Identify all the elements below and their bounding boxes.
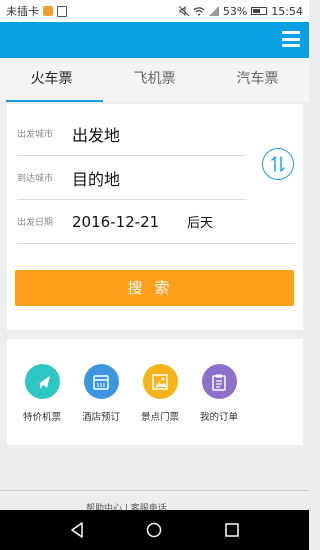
departure-date-label: 出发日期: [17, 218, 54, 228]
quick-link-label: 景点门票: [140, 412, 179, 423]
carrier-text: 未插卡: [6, 5, 39, 18]
quick-link-orders[interactable]: 我的订单: [190, 339, 248, 445]
home-icon[interactable]: [144, 520, 164, 540]
quick-link-label: 特价机票: [22, 412, 61, 423]
status-bar: 未插卡 53% 15:54: [0, 0, 309, 22]
menu-icon[interactable]: [282, 31, 300, 47]
footer: 帮助中心 | 客服电话: [0, 490, 309, 510]
quick-link-attractions[interactable]: 景点门票: [131, 339, 189, 445]
battery-icon: [251, 7, 268, 15]
search-button[interactable]: 搜索: [15, 270, 294, 306]
quick-link-label: 我的订单: [199, 412, 238, 423]
quick-link-label: 酒店预订: [81, 412, 120, 423]
departure-date-value[interactable]: 2016-12-21: [72, 213, 187, 231]
clipboard-icon: [201, 364, 237, 399]
plane-icon: [24, 364, 60, 399]
calendar-icon: [83, 364, 119, 399]
notification-icon: [43, 6, 53, 16]
quick-link-flights[interactable]: 特价机票: [13, 339, 71, 445]
recent-apps-icon[interactable]: [222, 520, 242, 540]
battery-percent: 53%: [222, 4, 248, 18]
back-icon[interactable]: [67, 520, 87, 540]
sim-card-icon: [57, 5, 67, 17]
departure-city-field[interactable]: 出发城市 出发地: [17, 112, 245, 156]
arrival-city-field[interactable]: 到达城市 目的地: [17, 156, 245, 200]
search-form: 出发城市 出发地 到达城市 目的地 出发日期 2016-12-21 后天 搜索: [7, 104, 303, 330]
wifi-icon: [193, 7, 205, 16]
departure-date-field[interactable]: 出发日期 2016-12-21 后天: [17, 200, 295, 244]
departure-city-label: 出发城市: [17, 130, 54, 140]
swap-cities-button[interactable]: [262, 148, 294, 180]
arrival-city-label: 到达城市: [17, 174, 54, 184]
tab-flight[interactable]: 飞机票: [103, 58, 206, 102]
tab-train[interactable]: 火车票: [0, 58, 103, 102]
clock: 15:54: [271, 4, 303, 18]
relative-day-label: 后天: [187, 216, 214, 231]
picture-icon: [142, 364, 178, 399]
signal-icon: [208, 6, 219, 16]
arrival-city-value[interactable]: 目的地: [72, 166, 245, 190]
quick-link-hotels[interactable]: 酒店预订: [72, 339, 130, 445]
footer-text: 帮助中心 | 客服电话: [86, 504, 167, 510]
ticket-tabs: 火车票 飞机票 汽车票: [0, 58, 309, 102]
tab-bus[interactable]: 汽车票: [206, 58, 309, 102]
departure-city-value[interactable]: 出发地: [72, 122, 245, 146]
quick-links: 特价机票 酒店预订 景点门票 我的订单: [7, 339, 303, 445]
swap-arrows-icon: [271, 156, 285, 172]
app-header: [0, 22, 309, 58]
mute-icon: [178, 6, 189, 16]
system-nav-bar: [0, 510, 309, 550]
